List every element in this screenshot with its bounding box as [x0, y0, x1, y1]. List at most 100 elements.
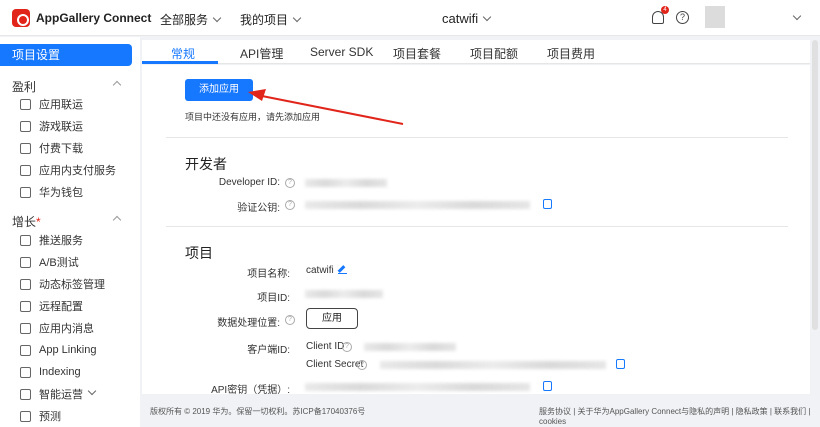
- operations-icon: [20, 388, 31, 400]
- copy-icon[interactable]: [543, 199, 552, 209]
- verify-key-value-redacted: [305, 201, 530, 209]
- sidebar-group-monetize[interactable]: 盈利: [12, 78, 36, 95]
- tab-bar: 常规 API管理 Server SDK 项目套餐 项目配额 项目费用: [142, 40, 810, 64]
- developer-id-value-redacted: [305, 179, 387, 187]
- chevron-down-icon: [212, 13, 222, 23]
- all-services-menu[interactable]: 全部服务: [160, 11, 222, 28]
- divider: [166, 226, 788, 227]
- tab-general[interactable]: 常规: [171, 45, 195, 62]
- tab-project-quota[interactable]: 项目配额: [470, 45, 518, 62]
- sidebar-item-label: A/B测试: [39, 257, 79, 269]
- sidebar-item[interactable]: 预测: [20, 408, 61, 424]
- sidebar-group-label: 增长: [12, 215, 37, 229]
- scrollbar-thumb[interactable]: [812, 40, 818, 330]
- verify-key-label: 验证公钥:: [237, 203, 280, 214]
- tab-project-plan[interactable]: 项目套餐: [393, 45, 441, 62]
- push-icon: [20, 234, 31, 246]
- sidebar-item-label: 付费下载: [39, 143, 83, 155]
- sidebar-item[interactable]: 华为钱包: [20, 184, 83, 200]
- link-icon: [20, 344, 31, 356]
- help-circle-icon[interactable]: ?: [285, 315, 295, 325]
- sidebar-item-label: 推送服务: [39, 235, 83, 247]
- sidebar-item[interactable]: App Linking: [20, 342, 97, 358]
- chevron-down-icon: [292, 13, 302, 23]
- wallet-icon: [20, 186, 31, 198]
- brand-name[interactable]: AppGallery Connect: [36, 11, 151, 25]
- sidebar-item-label: 动态标签管理: [39, 279, 105, 291]
- sidebar-item-label: 应用内消息: [39, 323, 94, 335]
- help-circle-icon[interactable]: ?: [357, 360, 367, 370]
- sidebar-item[interactable]: 动态标签管理: [20, 276, 105, 292]
- copy-icon[interactable]: [543, 381, 552, 391]
- help-circle-icon[interactable]: ?: [342, 342, 352, 352]
- developer-id-label: Developer ID:: [218, 177, 280, 188]
- api-key-value-redacted: [305, 383, 530, 391]
- payment-icon: [20, 164, 31, 176]
- chevron-up-icon[interactable]: [112, 215, 122, 225]
- general-panel: 添加应用 项目中还没有应用，请先添加应用 开发者 Developer ID: ?…: [142, 65, 810, 396]
- chevron-down-icon: [482, 12, 492, 22]
- sidebar-item[interactable]: 智能运营: [20, 386, 97, 402]
- apply-button[interactable]: 应用: [306, 308, 358, 329]
- help-circle-icon[interactable]: ?: [285, 200, 295, 210]
- footer-links[interactable]: 服务协议 | 关于华为AppGallery Connect与隐私的声明 | 隐私…: [539, 406, 820, 426]
- help-icon[interactable]: ?: [676, 11, 689, 24]
- project-name-value: catwifi: [306, 265, 334, 276]
- sidebar-item-label: 华为钱包: [39, 187, 83, 199]
- sidebar-item[interactable]: 应用内支付服务: [20, 162, 116, 178]
- add-app-button[interactable]: 添加应用: [185, 79, 253, 101]
- sidebar-item-label: Indexing: [39, 366, 81, 378]
- sidebar-item[interactable]: 付费下载: [20, 140, 83, 156]
- empty-apps-message: 项目中还没有应用，请先添加应用: [185, 112, 321, 122]
- tab-api-management[interactable]: API管理: [240, 45, 283, 62]
- copy-icon[interactable]: [616, 359, 625, 369]
- my-projects-menu[interactable]: 我的项目: [240, 11, 302, 28]
- project-section-title: 项目: [185, 245, 213, 261]
- sidebar-item-label: 智能运营: [39, 389, 83, 401]
- chevron-down-icon: [87, 386, 97, 396]
- tab-server-sdk[interactable]: Server SDK: [310, 45, 373, 59]
- user-menu-chevron-icon[interactable]: [792, 11, 802, 21]
- data-location-label: 数据处理位置:: [217, 318, 280, 329]
- all-services-label: 全部服务: [160, 13, 209, 27]
- edit-icon[interactable]: [338, 265, 347, 274]
- chevron-up-icon[interactable]: [112, 80, 122, 90]
- notification-badge: 4: [661, 6, 669, 14]
- project-switcher[interactable]: catwifi: [442, 11, 492, 26]
- client-id-label: Client ID: [306, 341, 345, 352]
- sidebar-item-label: 游戏联运: [39, 121, 83, 133]
- project-id-label: 项目ID:: [257, 293, 290, 304]
- sidebar-item-project-settings[interactable]: 项目设置: [0, 44, 132, 66]
- sidebar-item-label: App Linking: [39, 344, 97, 356]
- tab-project-cost[interactable]: 项目费用: [547, 45, 595, 62]
- ab-test-icon: [20, 256, 31, 268]
- game-icon: [20, 120, 31, 132]
- prediction-icon: [20, 410, 31, 422]
- sidebar-item[interactable]: A/B测试: [20, 254, 79, 270]
- sidebar-item[interactable]: Indexing: [20, 364, 81, 380]
- help-circle-icon[interactable]: ?: [285, 178, 295, 188]
- sidebar-item[interactable]: 远程配置: [20, 298, 83, 314]
- sidebar-item-label: 远程配置: [39, 301, 83, 313]
- client-secret-label: Client Secret: [306, 359, 364, 370]
- client-secret-value-redacted: [380, 361, 606, 369]
- required-mark: *: [36, 215, 41, 229]
- footer-copyright: 版权所有 © 2019 华为。保留一切权利。苏ICP备17040376号: [150, 407, 366, 416]
- app-distribution-icon: [20, 98, 31, 110]
- huawei-logo-icon[interactable]: [12, 9, 30, 27]
- sidebar-item[interactable]: 推送服务: [20, 232, 83, 248]
- sidebar-item-label: 预测: [39, 411, 61, 423]
- download-icon: [20, 142, 31, 154]
- sidebar-group-growth[interactable]: 增长*: [12, 213, 41, 230]
- indexing-icon: [20, 366, 31, 378]
- developer-section-title: 开发者: [185, 156, 227, 172]
- avatar[interactable]: [705, 6, 725, 28]
- sidebar-item[interactable]: 应用联运: [20, 96, 83, 112]
- sidebar-item-label: 应用内支付服务: [39, 165, 116, 177]
- sidebar-item[interactable]: 游戏联运: [20, 118, 83, 134]
- client-id-group-label: 客户端ID:: [247, 345, 290, 356]
- sidebar: 项目设置 盈利 应用联运 游戏联运 付费下载 应用内支付服务 华为钱包 增长* …: [0, 37, 140, 427]
- project-switcher-label: catwifi: [442, 11, 479, 26]
- api-key-label: API密钥（凭据）:: [211, 385, 290, 396]
- sidebar-item[interactable]: 应用内消息: [20, 320, 94, 336]
